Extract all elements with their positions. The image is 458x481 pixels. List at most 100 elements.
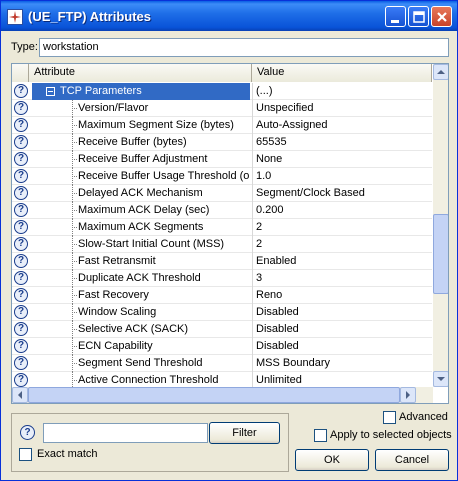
attribute-row[interactable]: ? Window Scaling Disabled xyxy=(12,304,432,321)
type-field[interactable]: workstation xyxy=(39,38,449,57)
attribute-name[interactable]: Receive Buffer Usage Threshold (o... xyxy=(78,168,250,185)
question-mark-icon[interactable]: ? xyxy=(14,203,28,217)
advanced-label[interactable]: Advanced xyxy=(399,411,448,423)
attribute-value[interactable]: MSS Boundary xyxy=(252,355,432,372)
attribute-name[interactable]: Receive Buffer Adjustment xyxy=(78,151,250,168)
question-mark-icon[interactable]: ? xyxy=(14,118,28,132)
horizontal-scrollbar[interactable] xyxy=(12,387,433,403)
question-mark-icon[interactable]: ? xyxy=(20,425,35,440)
question-mark-icon[interactable]: ? xyxy=(14,84,28,98)
scroll-left-button[interactable] xyxy=(12,387,28,403)
vertical-scrollbar[interactable] xyxy=(433,64,448,387)
question-mark-icon[interactable]: ? xyxy=(14,169,28,183)
minimize-button[interactable] xyxy=(385,6,406,27)
attribute-row[interactable]: ? Delayed ACK Mechanism Segment/Clock Base… xyxy=(12,185,432,202)
exact-match-label[interactable]: Exact match xyxy=(37,448,98,460)
attribute-row[interactable]: ? Selective ACK (SACK) Disabled xyxy=(12,321,432,338)
attribute-value[interactable]: Unspecified xyxy=(252,100,432,117)
attribute-name[interactable]: Fast Retransmit xyxy=(78,253,250,270)
advanced-checkbox[interactable] xyxy=(383,411,396,424)
question-mark-icon[interactable]: ? xyxy=(14,305,28,319)
attribute-value[interactable]: 2 xyxy=(252,236,432,253)
question-mark-icon[interactable]: ? xyxy=(14,254,28,268)
attribute-value[interactable]: Auto-Assigned xyxy=(252,117,432,134)
attribute-row[interactable]: ? Maximum Segment Size (bytes) Auto-Assign… xyxy=(12,117,432,134)
attribute-name[interactable]: Delayed ACK Mechanism xyxy=(78,185,250,202)
question-mark-icon[interactable]: ? xyxy=(14,356,28,370)
attribute-name[interactable]: Maximum Segment Size (bytes) xyxy=(78,117,250,134)
attribute-value[interactable]: Reno xyxy=(252,287,432,304)
question-mark-icon[interactable]: ? xyxy=(14,322,28,336)
question-mark-icon[interactable]: ? xyxy=(14,237,28,251)
exact-match-checkbox[interactable] xyxy=(19,448,32,461)
attribute-value[interactable]: Disabled xyxy=(252,321,432,338)
group-label[interactable]: TCP Parameters xyxy=(32,83,250,100)
question-mark-icon[interactable]: ? xyxy=(14,135,28,149)
question-mark-icon[interactable]: ? xyxy=(14,288,28,302)
title-bar[interactable]: (UE_FTP) Attributes xyxy=(1,1,457,31)
attribute-value[interactable]: Unlimited xyxy=(252,372,432,387)
group-row-tcp-parameters[interactable]: ? TCP Parameters (...) xyxy=(12,83,432,100)
attribute-row[interactable]: ? Slow-Start Initial Count (MSS) 2 xyxy=(12,236,432,253)
attribute-row[interactable]: ? Receive Buffer Adjustment None xyxy=(12,151,432,168)
attribute-value[interactable]: None xyxy=(252,151,432,168)
attribute-value[interactable]: 1.0 xyxy=(252,168,432,185)
attribute-name[interactable]: Maximum ACK Segments xyxy=(78,219,250,236)
group-value[interactable]: (...) xyxy=(252,83,432,100)
maximize-button[interactable] xyxy=(408,6,429,27)
question-mark-icon[interactable]: ? xyxy=(14,186,28,200)
close-button[interactable] xyxy=(431,6,452,27)
attribute-row[interactable]: ? Maximum ACK Segments 2 xyxy=(12,219,432,236)
attribute-name[interactable]: Duplicate ACK Threshold xyxy=(78,270,250,287)
vertical-scroll-thumb[interactable] xyxy=(433,214,448,294)
question-mark-icon[interactable]: ? xyxy=(14,220,28,234)
attribute-row[interactable]: ? Receive Buffer (bytes) 65535 xyxy=(12,134,432,151)
filter-button[interactable]: Filter xyxy=(209,422,280,444)
attribute-row[interactable]: ? Version/Flavor Unspecified xyxy=(12,100,432,117)
attribute-value[interactable]: Disabled xyxy=(252,338,432,355)
attribute-row[interactable]: ? ECN Capability Disabled xyxy=(12,338,432,355)
attribute-value[interactable]: Segment/Clock Based xyxy=(252,185,432,202)
attribute-name[interactable]: Slow-Start Initial Count (MSS) xyxy=(78,236,250,253)
attribute-value[interactable]: Disabled xyxy=(252,304,432,321)
collapse-icon[interactable] xyxy=(46,87,55,96)
attribute-name[interactable]: Version/Flavor xyxy=(78,100,250,117)
apply-to-selected-checkbox[interactable] xyxy=(314,429,327,442)
attribute-value[interactable]: 0.200 xyxy=(252,202,432,219)
tree-connector xyxy=(72,363,77,364)
attribute-name[interactable]: Window Scaling xyxy=(78,304,250,321)
question-mark-icon[interactable]: ? xyxy=(14,101,28,115)
attribute-value[interactable]: 2 xyxy=(252,219,432,236)
question-mark-icon[interactable]: ? xyxy=(14,373,28,387)
attribute-name[interactable]: Active Connection Threshold xyxy=(78,372,250,387)
question-mark-icon[interactable]: ? xyxy=(14,271,28,285)
scroll-down-button[interactable] xyxy=(433,371,448,387)
attribute-row[interactable]: ? Receive Buffer Usage Threshold (o... 1.0 xyxy=(12,168,432,185)
attribute-row[interactable]: ? Segment Send Threshold MSS Boundary xyxy=(12,355,432,372)
attribute-row[interactable]: ? Maximum ACK Delay (sec) 0.200 xyxy=(12,202,432,219)
attribute-row[interactable]: ? Duplicate ACK Threshold 3 xyxy=(12,270,432,287)
column-attribute[interactable]: Attribute xyxy=(29,64,252,82)
attribute-row[interactable]: ? Fast Retransmit Enabled xyxy=(12,253,432,270)
horizontal-scroll-thumb[interactable] xyxy=(28,387,400,403)
column-value[interactable]: Value xyxy=(252,64,432,82)
attribute-row[interactable]: ? Fast Recovery Reno xyxy=(12,287,432,304)
attribute-value[interactable]: 3 xyxy=(252,270,432,287)
attribute-value[interactable]: Enabled xyxy=(252,253,432,270)
cancel-button[interactable]: Cancel xyxy=(375,449,449,471)
filter-input[interactable] xyxy=(43,423,208,443)
ok-button[interactable]: OK xyxy=(295,449,369,471)
scroll-up-button[interactable] xyxy=(433,64,448,80)
scroll-right-button[interactable] xyxy=(400,387,416,403)
apply-to-selected-label[interactable]: Apply to selected objects xyxy=(330,429,452,441)
question-mark-icon[interactable]: ? xyxy=(14,339,28,353)
attribute-name[interactable]: ECN Capability xyxy=(78,338,250,355)
attribute-name[interactable]: Segment Send Threshold xyxy=(78,355,250,372)
attribute-name[interactable]: Selective ACK (SACK) xyxy=(78,321,250,338)
attribute-row[interactable]: ? Active Connection Threshold Unlimited xyxy=(12,372,432,387)
question-mark-icon[interactable]: ? xyxy=(14,152,28,166)
attribute-value[interactable]: 65535 xyxy=(252,134,432,151)
attribute-name[interactable]: Maximum ACK Delay (sec) xyxy=(78,202,250,219)
attribute-name[interactable]: Fast Recovery xyxy=(78,287,250,304)
attribute-name[interactable]: Receive Buffer (bytes) xyxy=(78,134,250,151)
